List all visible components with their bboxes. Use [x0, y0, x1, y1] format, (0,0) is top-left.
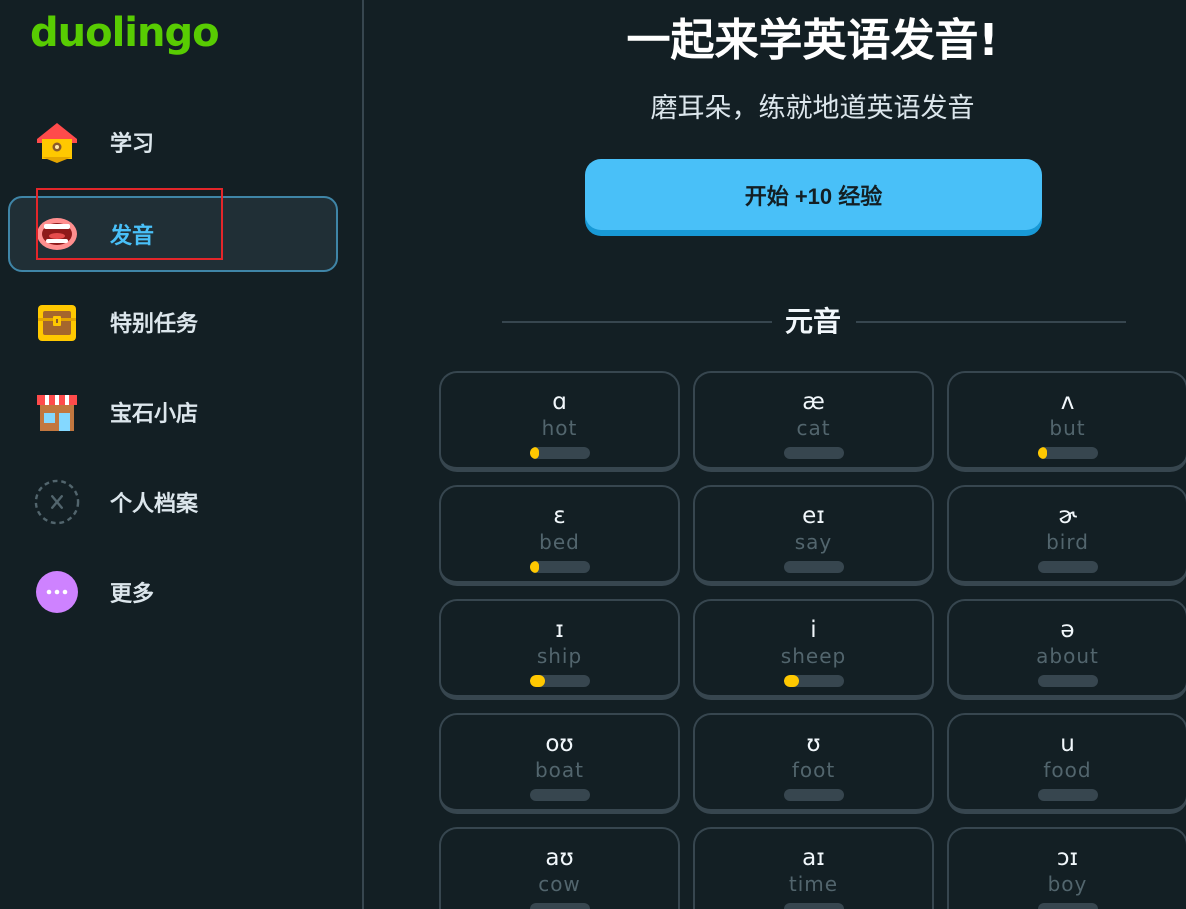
sound-card[interactable]: ɑ hot	[439, 371, 680, 472]
sidebar-item-learn[interactable]: 学习	[8, 104, 338, 180]
progress-bar	[1038, 561, 1098, 573]
sound-symbol: ʊ	[806, 731, 821, 757]
sound-card[interactable]: i sheep	[693, 599, 934, 700]
sound-symbol: ɛ	[553, 503, 566, 529]
example-word: foot	[791, 758, 836, 782]
sound-card[interactable]: ɪ ship	[439, 599, 680, 700]
sidebar-item-label: 更多	[110, 582, 155, 607]
sound-card[interactable]: ɚ bird	[947, 485, 1186, 586]
sound-symbol: ɪ	[555, 617, 564, 643]
sound-card[interactable]: ɔɪ boy	[947, 827, 1186, 909]
example-word: food	[1043, 758, 1092, 782]
profile-placeholder-icon	[34, 479, 80, 525]
progress-fill	[530, 675, 545, 687]
progress-bar	[784, 447, 844, 459]
progress-bar	[784, 561, 844, 573]
progress-bar	[1038, 675, 1098, 687]
progress-bar	[784, 789, 844, 801]
sound-card[interactable]: aʊ cow	[439, 827, 680, 909]
page-title: 一起来学英语发音!	[626, 15, 999, 66]
example-word: say	[794, 530, 833, 554]
sound-symbol: æ	[802, 389, 825, 415]
sidebar-item-shop[interactable]: 宝石小店	[8, 374, 338, 450]
sound-card[interactable]: ə about	[947, 599, 1186, 700]
example-word: sheep	[780, 644, 847, 668]
example-word: bird	[1046, 530, 1089, 554]
progress-bar	[1038, 903, 1098, 909]
example-word: hot	[541, 416, 578, 440]
example-word: but	[1049, 416, 1086, 440]
sidebar-item-label: 宝石小店	[110, 402, 199, 427]
progress-fill	[530, 447, 539, 459]
progress-bar	[530, 447, 590, 459]
house-icon	[34, 119, 80, 165]
sound-symbol: u	[1060, 731, 1075, 757]
sidebar-item-label: 特别任务	[110, 312, 199, 337]
duolingo-logo[interactable]: duolingo	[30, 10, 220, 56]
sound-card[interactable]: ɛ bed	[439, 485, 680, 586]
progress-bar	[530, 675, 590, 687]
example-word: bed	[539, 530, 580, 554]
sound-card[interactable]: aɪ time	[693, 827, 934, 909]
more-dots-icon	[34, 569, 80, 615]
sound-card[interactable]: eɪ say	[693, 485, 934, 586]
sidebar-item-label: 学习	[110, 132, 155, 157]
sidebar-item-quests[interactable]: 特别任务	[8, 284, 338, 360]
example-word: cat	[796, 416, 831, 440]
example-word: time	[788, 872, 839, 896]
sound-symbol: aʊ	[545, 845, 574, 871]
sound-symbol: ʌ	[1060, 389, 1075, 415]
treasure-chest-icon	[34, 299, 80, 345]
sound-symbol: aɪ	[802, 845, 825, 871]
example-word: ship	[536, 644, 583, 668]
sound-symbol: ɔɪ	[1056, 845, 1079, 871]
section-divider-right	[856, 321, 1126, 323]
progress-bar	[784, 903, 844, 909]
section-divider-left	[502, 321, 772, 323]
sidebar-item-label: 个人档案	[110, 492, 199, 517]
sound-card[interactable]: oʊ boat	[439, 713, 680, 814]
progress-fill	[784, 675, 799, 687]
sidebar-item-more[interactable]: 更多	[8, 554, 338, 630]
example-word: about	[1036, 644, 1099, 668]
example-word: boat	[534, 758, 585, 782]
progress-fill	[530, 561, 539, 573]
progress-bar	[530, 903, 590, 909]
sound-symbol: oʊ	[545, 731, 574, 757]
sound-symbol: ɚ	[1058, 503, 1077, 529]
progress-bar	[1038, 447, 1098, 459]
sound-symbol: eɪ	[802, 503, 825, 529]
sound-card[interactable]: æ cat	[693, 371, 934, 472]
progress-bar	[784, 675, 844, 687]
section-title: 元音	[784, 305, 841, 338]
sidebar: duolingo 学习 发音 特别任务 宝石小店 个人档案 更多	[0, 0, 364, 909]
progress-bar	[530, 789, 590, 801]
sound-card[interactable]: u food	[947, 713, 1186, 814]
progress-bar	[1038, 789, 1098, 801]
sound-card[interactable]: ʊ foot	[693, 713, 934, 814]
sound-symbol: i	[810, 617, 817, 643]
highlight-annotation-box	[36, 188, 223, 260]
example-word: cow	[538, 872, 581, 896]
main-content: 一起来学英语发音! 磨耳朵，练就地道英语发音 开始 +10 经验 元音 ɑ hot…	[366, 0, 1186, 909]
example-word: boy	[1047, 872, 1088, 896]
shop-icon	[34, 389, 80, 435]
page-subtitle: 磨耳朵，练就地道英语发音	[650, 93, 975, 124]
sound-symbol: ɑ	[552, 389, 567, 415]
sound-symbol: ə	[1060, 617, 1075, 643]
start-button[interactable]: 开始 +10 经验	[585, 159, 1042, 230]
progress-fill	[1038, 447, 1047, 459]
sound-card[interactable]: ʌ but	[947, 371, 1186, 472]
progress-bar	[530, 561, 590, 573]
sidebar-item-profile[interactable]: 个人档案	[8, 464, 338, 540]
